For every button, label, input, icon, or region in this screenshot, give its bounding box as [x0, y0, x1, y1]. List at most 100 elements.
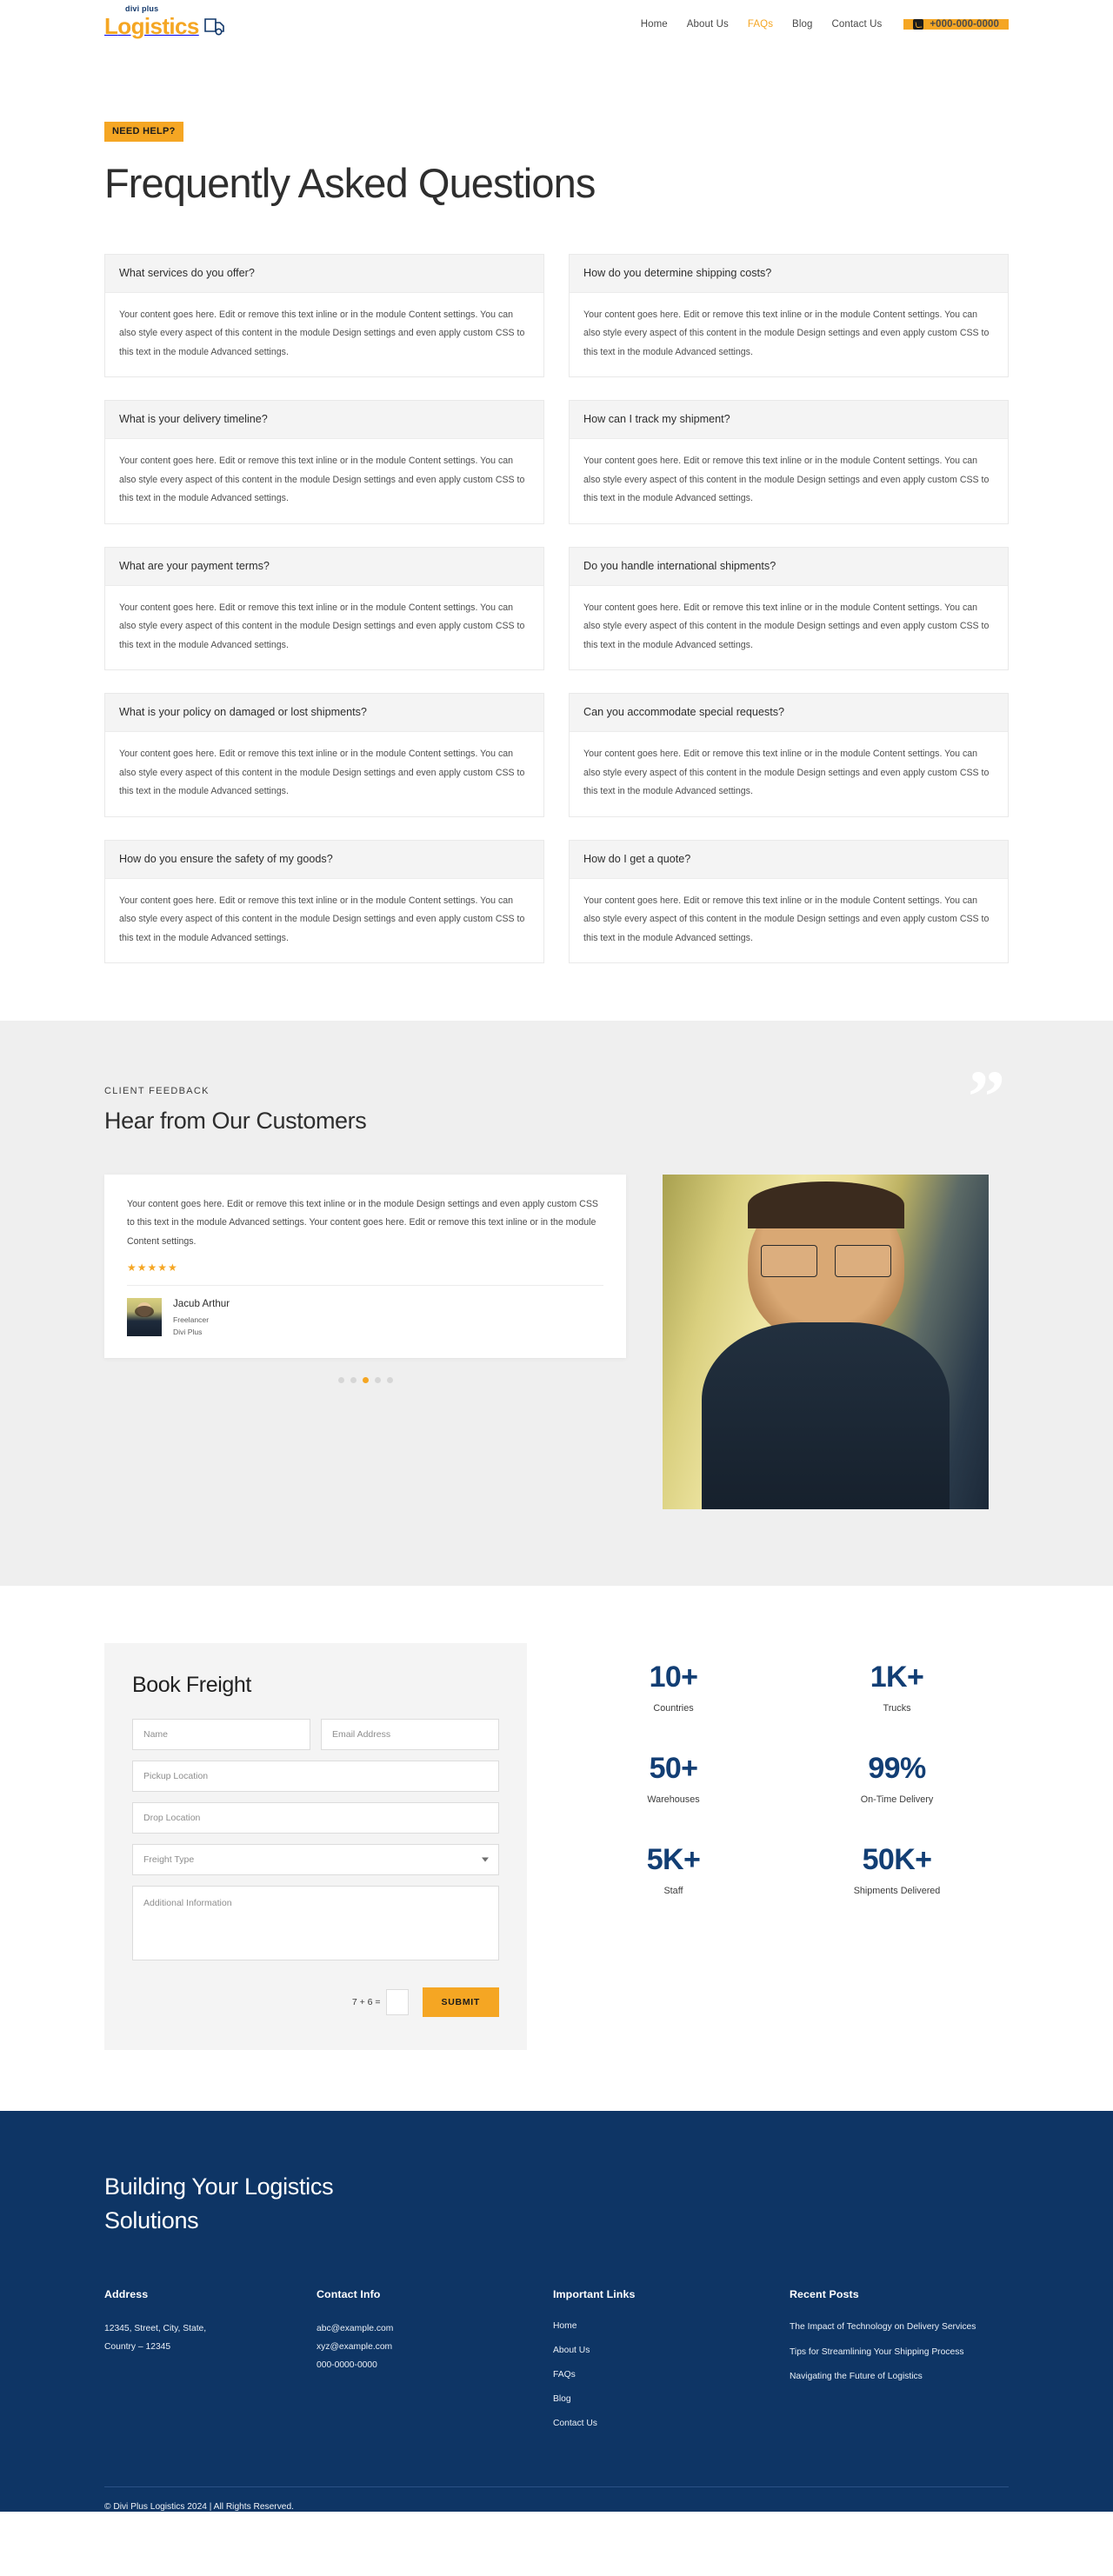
testimonial-text: Your content goes here. Edit or remove t… — [127, 1199, 598, 1247]
copyright-text: © Divi Plus Logistics 2024 | All Rights … — [104, 2501, 294, 2512]
faq-item[interactable]: What is your policy on damaged or lost s… — [104, 693, 544, 817]
logo-word-ogistics: ogistics — [117, 13, 199, 39]
captcha-input[interactable] — [385, 1989, 409, 2016]
stat-value: 10+ — [649, 1661, 698, 1694]
email-input[interactable] — [321, 1719, 499, 1751]
nav-item-blog[interactable]: Blog — [783, 19, 822, 30]
faq-item[interactable]: What services do you offer? Your content… — [104, 253, 544, 378]
stat-value: 99% — [868, 1752, 926, 1786]
book-freight-form: Book Freight 7 + 6 = SUBMIT — [104, 1643, 527, 2051]
faq-grid: What services do you offer? Your content… — [104, 253, 1009, 964]
faq-question[interactable]: What services do you offer? — [105, 254, 543, 293]
faq-question[interactable]: How can I track my shipment? — [570, 401, 1008, 440]
header-phone-button[interactable]: +000-000-0000 — [903, 19, 1009, 30]
faq-answer: Your content goes here. Edit or remove t… — [119, 895, 525, 943]
footer-link-faqs[interactable]: FAQs — [553, 2368, 790, 2382]
faq-question[interactable]: How do you ensure the safety of my goods… — [105, 840, 543, 879]
faq-question[interactable]: Can you accommodate special requests? — [570, 694, 1008, 733]
name-input[interactable] — [132, 1719, 310, 1751]
drop-location-input[interactable] — [132, 1802, 499, 1834]
customer-photo — [663, 1175, 989, 1510]
faq-answer: Your content goes here. Edit or remove t… — [583, 456, 990, 504]
footer-column-contact: Contact Info abc@example.com xyz@example… — [317, 2288, 553, 2441]
stat-label: Shipments Delivered — [853, 1886, 941, 1897]
faq-question[interactable]: Do you handle international shipments? — [570, 547, 1008, 586]
nav-item-home[interactable]: Home — [631, 19, 677, 30]
testimonials-section: CLIENT FEEDBACK Hear from Our Customers … — [0, 1021, 1113, 1587]
testimonials-title: Hear from Our Customers — [104, 1108, 367, 1135]
faq-item[interactable]: Do you handle international shipments? Y… — [569, 546, 1009, 671]
testimonials-body: Your content goes here. Edit or remove t… — [104, 1175, 1009, 1510]
stat-value: 5K+ — [646, 1843, 701, 1877]
footer-bottom-bar: © Divi Plus Logistics 2024 | All Rights … — [104, 2486, 1009, 2512]
carousel-dot[interactable] — [350, 1376, 357, 1383]
stat-item-countries: 10+ Countries — [650, 1662, 698, 1714]
footer-heading-address: Address — [104, 2287, 149, 2300]
logo-wordmark: divi plus Logistics — [104, 5, 199, 39]
carousel-dot[interactable] — [374, 1376, 381, 1383]
footer-heading-posts: Recent Posts — [790, 2287, 859, 2300]
testimonials-header: CLIENT FEEDBACK Hear from Our Customers … — [104, 1059, 1009, 1135]
footer-phone[interactable]: 000-0000-0000 — [317, 2356, 553, 2374]
pickup-location-input[interactable] — [132, 1761, 499, 1793]
footer-post-3[interactable]: Navigating the Future of Logistics — [790, 2369, 976, 2385]
footer-link-blog[interactable]: Blog — [553, 2393, 790, 2406]
carousel-dot[interactable] — [386, 1376, 393, 1383]
faq-answer: Your content goes here. Edit or remove t… — [583, 749, 990, 797]
faq-item[interactable]: How do you ensure the safety of my goods… — [104, 839, 544, 964]
testimonial-author: Jacub Arthur Freelancer Divi Plus — [127, 1286, 603, 1339]
footer-post-2[interactable]: Tips for Streamlining Your Shipping Proc… — [790, 2345, 976, 2360]
testimonial-card: Your content goes here. Edit or remove t… — [104, 1175, 626, 1358]
carousel-dot-active[interactable] — [362, 1376, 369, 1383]
stat-label: Staff — [663, 1886, 683, 1897]
faq-item[interactable]: How can I track my shipment? Your conten… — [569, 400, 1009, 524]
faq-item[interactable]: What is your delivery timeline? Your con… — [104, 400, 544, 524]
stat-label: Trucks — [883, 1703, 911, 1714]
stat-item-shipments-delivered: 50K+ Shipments Delivered — [854, 1845, 941, 1896]
author-name: Jacub Arthur — [173, 1297, 230, 1309]
faq-question[interactable]: How do I get a quote? — [570, 840, 1008, 879]
faq-answer: Your content goes here. Edit or remove t… — [119, 309, 525, 357]
freight-type-select[interactable] — [132, 1844, 499, 1876]
logo-divi-plus-text: divi plus — [125, 4, 159, 13]
stat-item-warehouses: 50+ Warehouses — [647, 1754, 699, 1805]
footer-link-contact-us[interactable]: Contact Us — [553, 2417, 790, 2431]
logo-letter-l: L — [104, 13, 118, 39]
author-company: Divi Plus — [173, 1328, 203, 1337]
header-phone-label: +000-000-0000 — [930, 19, 999, 30]
footer-heading-contact: Contact Info — [317, 2287, 381, 2300]
stat-label: Warehouses — [647, 1794, 700, 1806]
footer-link-about-us[interactable]: About Us — [553, 2344, 790, 2358]
faq-item[interactable]: What are your payment terms? Your conten… — [104, 546, 544, 671]
footer-email-1[interactable]: abc@example.com — [317, 2320, 553, 2338]
faq-item[interactable]: How do you determine shipping costs? You… — [569, 253, 1009, 378]
nav-item-about-us[interactable]: About Us — [677, 19, 738, 30]
faq-question[interactable]: What is your delivery timeline? — [105, 401, 543, 440]
faq-question[interactable]: What are your payment terms? — [105, 547, 543, 586]
footer-column-address: Address 12345, Street, City, State, Coun… — [104, 2288, 317, 2441]
footer-column-links: Important Links Home About Us FAQs Blog … — [553, 2288, 790, 2441]
footer-link-home[interactable]: Home — [553, 2320, 790, 2333]
page-title: Frequently Asked Questions — [104, 160, 596, 206]
faq-question[interactable]: What is your policy on damaged or lost s… — [105, 694, 543, 733]
site-logo[interactable]: divi plus Logistics — [104, 5, 226, 39]
faq-item[interactable]: Can you accommodate special requests? Yo… — [569, 693, 1009, 817]
phone-icon — [913, 19, 924, 30]
faq-answer: Your content goes here. Edit or remove t… — [119, 456, 525, 504]
faq-answer: Your content goes here. Edit or remove t… — [119, 602, 525, 650]
captcha-label: 7 + 6 = — [351, 1997, 381, 2008]
additional-information-textarea[interactable] — [132, 1886, 499, 1961]
footer-post-1[interactable]: The Impact of Technology on Delivery Ser… — [790, 2320, 976, 2335]
faq-item[interactable]: How do I get a quote? Your content goes … — [569, 839, 1009, 964]
testimonials-eyebrow: CLIENT FEEDBACK — [104, 1086, 210, 1097]
footer-address-line1: 12345, Street, City, State, — [104, 2323, 207, 2333]
footer-email-2[interactable]: xyz@example.com — [317, 2338, 553, 2356]
faq-section: NEED HELP? Frequently Asked Questions Wh… — [0, 49, 1113, 1022]
faq-question[interactable]: How do you determine shipping costs? — [570, 254, 1008, 293]
carousel-dot[interactable] — [337, 1376, 344, 1383]
testimonial-carousel: Your content goes here. Edit or remove t… — [104, 1175, 626, 1383]
submit-button[interactable]: SUBMIT — [422, 1987, 499, 2018]
nav-item-contact-us[interactable]: Contact Us — [822, 19, 891, 30]
footer-column-posts: Recent Posts The Impact of Technology on… — [790, 2288, 1009, 2441]
nav-item-faqs[interactable]: FAQs — [738, 19, 783, 30]
